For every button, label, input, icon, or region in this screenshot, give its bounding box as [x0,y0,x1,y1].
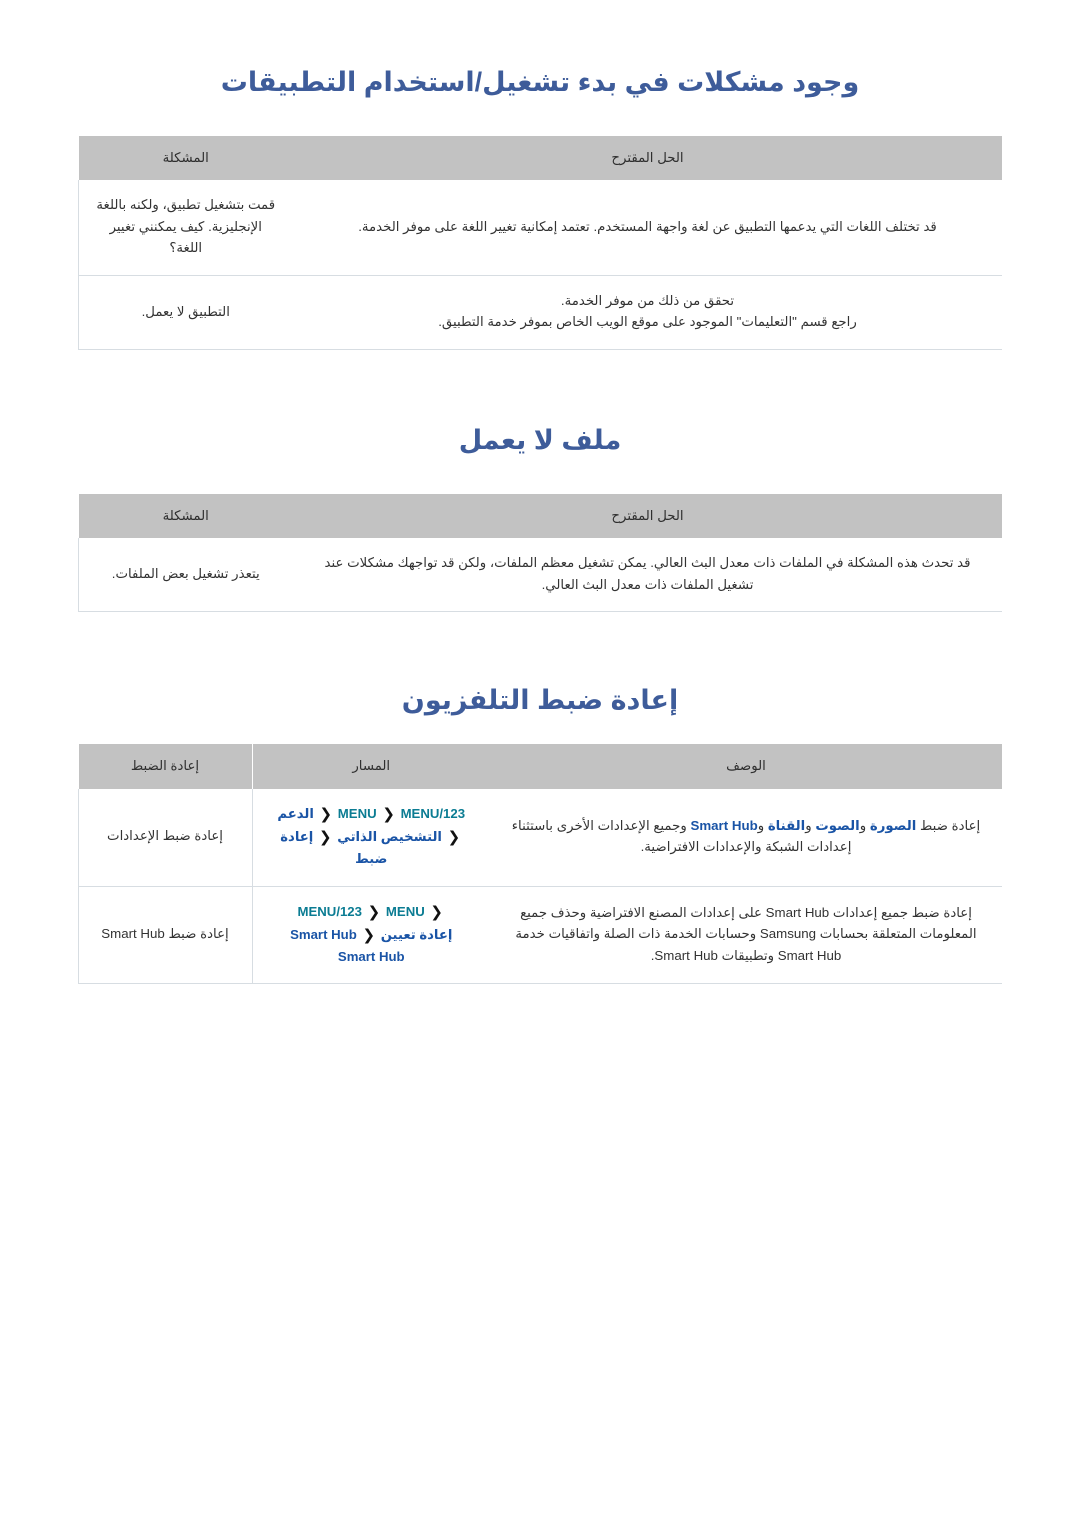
section-heading-apps: وجود مشكلات في بدء تشغيل/استخدام التطبيق… [220,67,860,97]
description-highlight-picture: الصورة [869,817,917,833]
cell-problem: قمت بتشغيل تطبيق، ولكنه باللغة الإنجليزي… [77,180,293,276]
chevron-left-icon: ❮ [447,828,461,846]
cell-reset-name: إعادة ضبط الإعدادات [77,788,252,887]
description-sep-2: و [805,817,816,833]
description-sep-1: و [859,817,870,833]
reset-table-wrapper: الوصف المسار إعادة الضبط إعادة ضبط الصور… [0,744,1080,985]
path-line-2: إعادة تعيين ❮ Smart Hub [267,924,477,947]
tv-reset-table: الوصف المسار إعادة الضبط إعادة ضبط الصور… [77,744,1002,985]
chevron-left-icon: ❮ [430,903,443,921]
description-sep-3: و [757,817,768,833]
table-row: إعادة ضبط جميع إعدادات Smart Hub على إعد… [77,886,1002,985]
chevron-left-icon: ❮ [382,805,395,823]
cell-problem: يتعذر تشغيل بعض الملفات. [77,538,293,613]
cell-solution: قد تحدث هذه المشكلة في الملفات ذات معدل … [293,538,1002,613]
solution-line-2: راجع قسم "التعليمات" الموجود على موقع ال… [438,314,857,330]
column-header-solution: الحل المقترح [293,135,1002,181]
section-heading-reset: إعادة ضبط التلفزيون [401,685,679,716]
column-header-problem: المشكلة [77,135,293,181]
table-row: إعادة ضبط الصورة والصوت والقناة وSmart H… [77,788,1002,887]
cell-solution: تحقق من ذلك من موفر الخدمة. راجع قسم "ال… [293,275,1002,350]
path-line-3: Smart Hub [267,947,477,967]
column-header-reset: إعادة الضبط [77,744,252,789]
file-troubleshooting-table: الحل المقترح المشكلة قد تحدث هذه المشكلة… [77,493,1002,613]
menu-key-menu: MENU [337,805,377,821]
menu-item-self-diagnosis: التشخيص الذاتي [337,828,442,844]
column-header-path: المسار [251,744,490,789]
table-header-row: الوصف المسار إعادة الضبط [77,744,1002,789]
menu-item-smart-hub: Smart Hub [290,926,357,942]
menu-item-smart-hub-2: Smart Hub [337,949,405,965]
cell-reset-name: إعادة ضبط Smart Hub [77,886,252,985]
description-highlight-sound: الصوت [815,817,860,833]
menu-key-menu: MENU [385,903,425,919]
file-table-wrapper: الحل المقترح المشكلة قد تحدث هذه المشكلة… [0,493,1080,613]
column-header-description: الوصف [490,744,1002,789]
cell-problem: التطبيق لا يعمل. [77,275,293,350]
apps-troubleshooting-table: الحل المقترح المشكلة قد تختلف اللغات الت… [77,135,1002,350]
menu-key-menu123: MENU/123 [400,805,466,821]
column-header-problem: المشكلة [77,493,293,539]
apps-table-wrapper: الحل المقترح المشكلة قد تختلف اللغات الت… [0,135,1080,350]
column-header-solution: الحل المقترح [293,493,1002,539]
description-highlight-channel: القناة [767,817,806,833]
table-header-row: الحل المقترح المشكلة [77,135,1002,181]
cell-solution: قد تختلف اللغات التي يدعمها التطبيق عن ل… [293,180,1002,276]
table-row: قد تحدث هذه المشكلة في الملفات ذات معدل … [77,538,1002,613]
chevron-left-icon: ❮ [318,828,332,846]
menu-key-menu123: MENU/123 [297,903,362,919]
solution-line-1: تحقق من ذلك من موفر الخدمة. [560,292,735,308]
table-row: قد تختلف اللغات التي يدعمها التطبيق عن ل… [77,180,1002,276]
path-line-1: MENU/123 ❮ MENU ❮ الدعم [267,803,477,826]
path-line-1: ❮ MENU ❮ MENU/123 [267,901,477,924]
chevron-left-icon: ❮ [319,805,333,823]
menu-item-support: الدعم [277,805,314,821]
description-highlight-smart-hub: Smart Hub [690,817,758,833]
table-header-row: الحل المقترح المشكلة [77,493,1002,539]
menu-item-reset-setting: إعادة تعيين [380,926,453,942]
chevron-left-icon: ❮ [362,926,376,944]
section-heading-file: ملف لا يعمل [458,424,622,455]
cell-path: MENU/123 ❮ MENU ❮ الدعم ❮ التشخيص الذاتي… [251,788,490,887]
description-prefix: إعادة ضبط [916,817,981,833]
cell-description: إعادة ضبط جميع إعدادات Smart Hub على إعد… [490,886,1002,985]
table-row: تحقق من ذلك من موفر الخدمة. راجع قسم "ال… [77,275,1002,350]
chevron-left-icon: ❮ [367,903,381,921]
document-page: وجود مشكلات في بدء تشغيل/استخدام التطبيق… [0,0,1080,985]
path-line-2: ❮ التشخيص الذاتي ❮ إعادة ضبط [267,826,477,870]
cell-path: ❮ MENU ❮ MENU/123 إعادة تعيين ❮ Smart Hu… [251,886,490,985]
cell-description: إعادة ضبط الصورة والصوت والقناة وSmart H… [490,788,1002,887]
